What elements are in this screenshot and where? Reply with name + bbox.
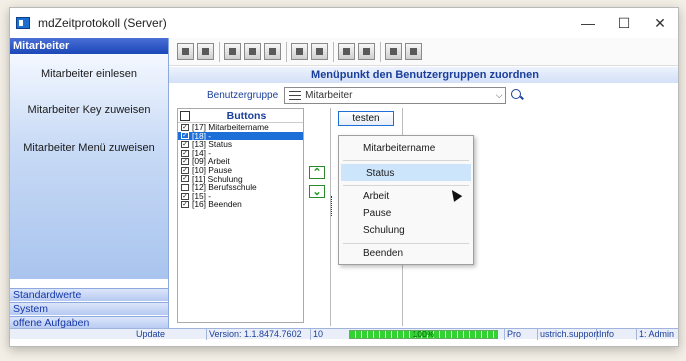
maximize-button[interactable]: ☐ [606,8,642,38]
select-all-checkbox[interactable] [180,110,190,121]
buttons-panel: Buttons ✓ [17] Mitarbeitername ✓ [18] - ✓ [13… [177,108,304,323]
preview-icon[interactable] [264,43,281,60]
status-edition: Pro [504,329,521,340]
item-checkbox[interactable]: ✓ [181,158,189,166]
title-bar: mdZeitprotokoll (Server) — ☐ ✕ [10,8,678,38]
testen-button[interactable]: testen [338,111,394,126]
app-window: mdZeitprotokoll (Server) — ☐ ✕ Mitarbeit… [9,7,679,347]
nav-group-header[interactable]: Mitarbeiter [10,38,168,54]
toolbar-separator [286,41,287,62]
item-checkbox[interactable]: ✓ [181,123,189,131]
mail-icon[interactable] [338,43,355,60]
window-title: mdZeitprotokoll (Server) [38,16,167,30]
tools-icon[interactable] [385,43,402,60]
menu-item-status[interactable]: Status [341,164,471,181]
section-title: Menüpunkt den Benutzergruppen zuordnen [169,67,678,83]
save-icon[interactable] [224,43,241,60]
status-version: Version: 1.1.8474.7602 [206,329,302,340]
toolbar [169,38,678,66]
item-checkbox[interactable]: ✓ [181,149,189,157]
nav-group-standardwerte[interactable]: Standardwerte [10,288,168,301]
main-content: Mitarbeiter Mitarbeiter einlesen Mitarbe… [10,38,678,339]
menu-separator [343,243,469,244]
item-checkbox[interactable]: ✓ [181,166,189,174]
button-list-label: [16] Beenden [192,199,242,210]
nav-item-mitarbeiter-menue-zuweisen[interactable]: Mitarbeiter Menü zuweisen [10,142,168,154]
item-checkbox[interactable]: ✓ [181,175,189,183]
menu-item-pause[interactable]: Pause [339,205,473,222]
chevron-down-icon[interactable]: ⌵ [493,90,505,101]
status-update[interactable]: Update [134,329,165,340]
item-checkbox[interactable]: ✓ [181,201,189,209]
status-support[interactable]: ustrich.support [537,329,599,340]
progress-label: 100% [412,329,435,339]
item-checkbox[interactable]: ✓ [181,140,189,148]
filter-row: Benutzergruppe Mitarbeiter ⌵ [169,84,678,106]
left-nav-panel: Mitarbeiter Mitarbeiter einlesen Mitarbe… [10,38,168,339]
list-icon [289,90,302,100]
minimize-button[interactable]: — [570,8,606,38]
filter-label: Benutzergruppe [207,89,279,101]
app-icon [16,17,30,29]
grid-icon[interactable] [177,43,194,60]
palette-icon[interactable] [405,43,422,60]
menu-item-mitarbeitername[interactable]: Mitarbeitername [339,140,473,157]
status-info[interactable]: Info [596,329,614,340]
image-icon[interactable] [244,43,261,60]
list-icon[interactable] [197,43,214,60]
buttons-title: Buttons [226,109,267,122]
toolbar-separator [380,41,381,62]
buttons-header: Buttons [178,109,303,123]
nav-item-mitarbeiter-key-zuweisen[interactable]: Mitarbeiter Key zuweisen [10,104,168,116]
menu-item-beenden[interactable]: Beenden [339,245,473,262]
status-bar: Update Version: 1.1.8474.7602 10 100% Pr… [10,328,678,340]
benutzergruppe-select[interactable]: Mitarbeiter ⌵ [284,86,507,104]
table-icon[interactable] [291,43,308,60]
nav-group-body: Mitarbeiter einlesen Mitarbeiter Key zuw… [10,54,168,279]
stack-icon[interactable] [311,43,328,60]
move-down-button[interactable]: ⌄ [309,185,325,198]
search-icon[interactable] [510,88,524,102]
toolbar-separator [333,41,334,62]
nav-group-system[interactable]: System [10,302,168,315]
nav-item-mitarbeiter-einlesen[interactable]: Mitarbeiter einlesen [10,68,168,80]
menu-item-schulung[interactable]: Schulung [339,222,473,239]
buttons-list: ✓ [17] Mitarbeitername ✓ [18] - ✓ [13] Status… [178,123,303,209]
menu-separator [343,160,469,161]
item-checkbox[interactable]: ✓ [181,132,189,140]
close-button[interactable]: ✕ [642,8,678,38]
report-icon[interactable] [358,43,375,60]
menu-separator [343,185,469,186]
item-checkbox[interactable] [181,183,189,191]
benutzergruppe-value: Mitarbeiter [305,89,353,101]
move-up-button[interactable]: ⌃ [309,166,325,179]
button-list-item[interactable]: ✓ [16] Beenden [178,200,303,209]
progress-bar: 100% [349,330,498,339]
item-checkbox[interactable]: ✓ [181,192,189,200]
window-controls: — ☐ ✕ [570,8,678,38]
status-user: 1: Admin [636,329,674,340]
toolbar-separator [219,41,220,62]
status-number: 10 [310,329,323,340]
